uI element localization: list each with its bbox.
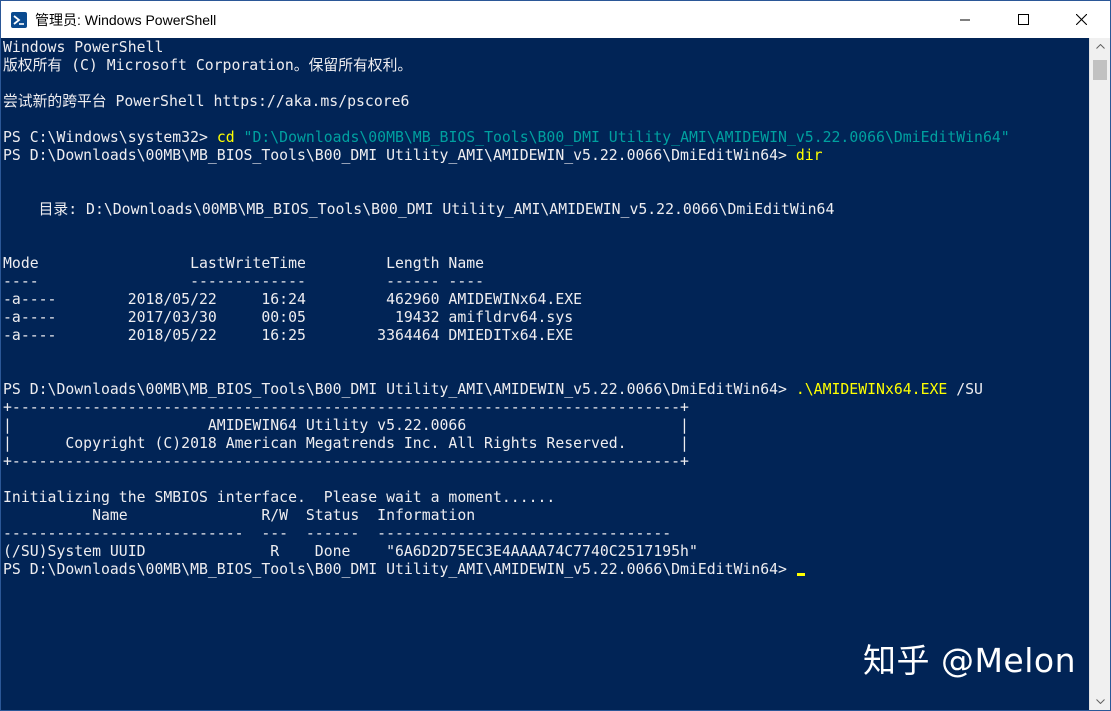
- command-text: cd: [216, 129, 235, 146]
- console-line: Initializing the SMBIOS interface. Pleas…: [3, 489, 1010, 507]
- output-text: PS C:\Windows\system32>: [3, 129, 217, 146]
- command-text: .\AMIDEWINx64.EXE: [795, 381, 948, 398]
- console-line: +---------------------------------------…: [3, 399, 1010, 417]
- console-line: (/SU)System UUID R Done "6A6D2D75EC3E4AA…: [3, 543, 1010, 561]
- output-text: (/SU)System UUID R Done "6A6D2D75EC3E4AA…: [3, 543, 698, 560]
- output-text: 尝试新的跨平台 PowerShell https://aka.ms/pscore…: [3, 93, 410, 110]
- console-line: PS C:\Windows\system32> cd "D:\Downloads…: [3, 129, 1010, 147]
- output-text: -a---- 2017/03/30 00:05 19432 amifldrv64…: [3, 309, 574, 326]
- output-text: +---------------------------------------…: [3, 399, 689, 416]
- minimize-icon: [960, 19, 970, 20]
- console-line: 目录: D:\Downloads\00MB\MB_BIOS_Tools\B00_…: [3, 201, 1010, 219]
- console-line: -a---- 2018/05/22 16:24 462960 AMIDEWINx…: [3, 291, 1010, 309]
- output-text: Name R/W Status Information: [3, 507, 476, 524]
- powershell-icon: [11, 11, 27, 28]
- output-text: Windows PowerShell: [3, 39, 164, 56]
- console-line: 尝试新的跨平台 PowerShell https://aka.ms/pscore…: [3, 93, 1010, 111]
- console-output: Windows PowerShell 版权所有 (C) Microsoft Cor…: [3, 39, 1010, 579]
- output-text: | Copyright (C)2018 American Megatrends …: [3, 435, 689, 452]
- maximize-button[interactable]: [994, 1, 1052, 38]
- console-line: PS D:\Downloads\00MB\MB_BIOS_Tools\B00_D…: [3, 381, 1010, 399]
- watermark: 知乎 @Melon: [862, 641, 1076, 680]
- minimize-button[interactable]: [936, 1, 994, 38]
- console-line: --------------------------- --- ------ -…: [3, 525, 1010, 543]
- output-text: -a---- 2018/05/22 16:24 462960 AMIDEWINx…: [3, 291, 583, 308]
- output-text: PS D:\Downloads\00MB\MB_BIOS_Tools\B00_D…: [3, 561, 796, 578]
- console-line: 版权所有 (C) Microsoft Corporation。保留所有权利。: [3, 57, 1010, 75]
- console-area[interactable]: Windows PowerShell 版权所有 (C) Microsoft Cor…: [1, 38, 1089, 710]
- console-line: Mode LastWriteTime Length Name: [3, 255, 1010, 273]
- vertical-scrollbar[interactable]: [1089, 38, 1110, 710]
- output-text: 目录: D:\Downloads\00MB\MB_BIOS_Tools\B00_…: [3, 201, 835, 218]
- scroll-down-button[interactable]: [1090, 693, 1110, 710]
- output-text: Mode LastWriteTime Length Name: [3, 255, 485, 272]
- output-text: --------------------------- --- ------ -…: [3, 525, 672, 542]
- output-text: 版权所有 (C) Microsoft Corporation。保留所有权利。: [3, 57, 413, 74]
- command-text: dir: [795, 147, 823, 164]
- console-line: ---- ------------- ------ ----: [3, 273, 1010, 291]
- output-text: -a---- 2018/05/22 16:25 3364464 DMIEDITx…: [3, 327, 574, 344]
- title-bar[interactable]: 管理员: Windows PowerShell: [1, 1, 1110, 38]
- powershell-window: 管理员: Windows PowerShell Windows PowerShe…: [0, 0, 1111, 711]
- close-icon: [1075, 14, 1087, 25]
- window-title: 管理员: Windows PowerShell: [35, 11, 217, 28]
- console-line: +---------------------------------------…: [3, 453, 1010, 471]
- console-line: -a---- 2017/03/30 00:05 19432 amifldrv64…: [3, 309, 1010, 327]
- console-line: | Copyright (C)2018 American Megatrends …: [3, 435, 1010, 453]
- console-line: PS D:\Downloads\00MB\MB_BIOS_Tools\B00_D…: [3, 561, 1010, 579]
- close-button[interactable]: [1052, 1, 1110, 38]
- scroll-up-button[interactable]: [1090, 38, 1110, 55]
- output-text: PS D:\Downloads\00MB\MB_BIOS_Tools\B00_D…: [3, 381, 796, 398]
- output-text: /SU: [947, 381, 983, 398]
- output-text: PS D:\Downloads\00MB\MB_BIOS_Tools\B00_D…: [3, 147, 796, 164]
- output-text: Initializing the SMBIOS interface. Pleas…: [3, 489, 556, 506]
- chevron-up-icon: [1095, 44, 1105, 49]
- output-text: ---- ------------- ------ ----: [3, 273, 485, 290]
- output-text: | AMIDEWIN64 Utility v5.22.0066 |: [3, 417, 689, 434]
- console-line: | AMIDEWIN64 Utility v5.22.0066 |: [3, 417, 1010, 435]
- console-line: -a---- 2018/05/22 16:25 3364464 DMIEDITx…: [3, 327, 1010, 345]
- maximize-icon: [1017, 14, 1029, 25]
- console-line: Name R/W Status Information: [3, 507, 1010, 525]
- window-controls: [936, 1, 1110, 38]
- output-text: +---------------------------------------…: [3, 453, 689, 470]
- scroll-thumb[interactable]: [1093, 60, 1107, 80]
- text-cursor: [796, 573, 805, 576]
- chevron-down-icon: [1095, 699, 1105, 704]
- console-line: Windows PowerShell: [3, 39, 1010, 57]
- console-line: PS D:\Downloads\00MB\MB_BIOS_Tools\B00_D…: [3, 147, 1010, 165]
- string-argument: "D:\Downloads\00MB\MB_BIOS_Tools\B00_DMI…: [234, 129, 1010, 146]
